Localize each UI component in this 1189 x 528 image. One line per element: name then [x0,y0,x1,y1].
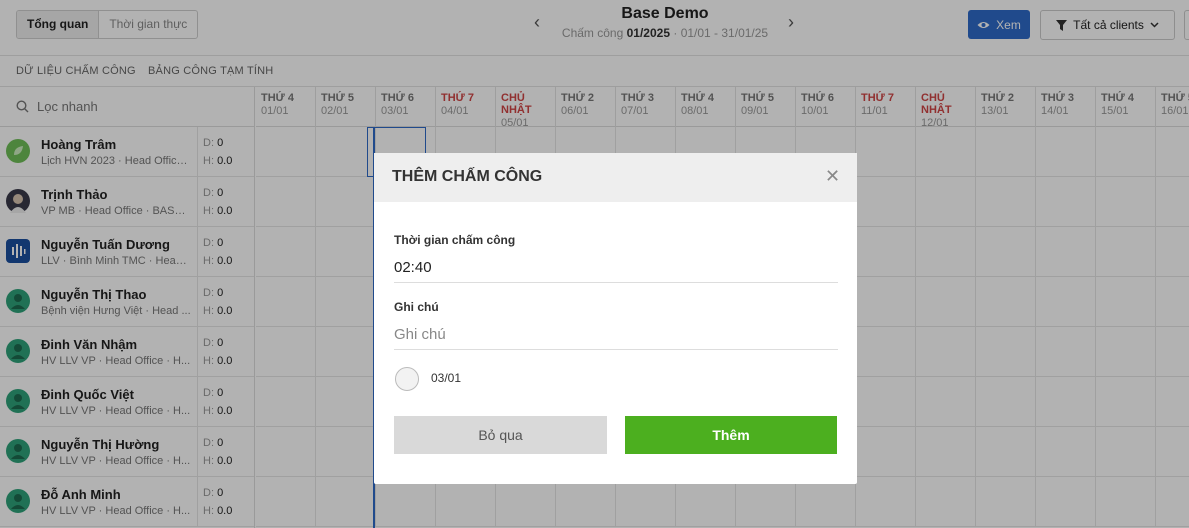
selected-date: 03/01 [431,371,462,385]
time-input[interactable] [394,253,838,283]
close-icon[interactable]: ✕ [825,166,840,187]
broken-image-icon [395,367,419,391]
note-input[interactable] [394,320,838,350]
dialog-header: THÊM CHẤM CÔNG ✕ [374,153,857,202]
add-attendance-dialog: THÊM CHẤM CÔNG ✕ Thời gian chấm công Ghi… [374,153,857,484]
add-button[interactable]: Thêm [625,416,837,454]
note-label: Ghi chú [394,300,439,314]
time-label: Thời gian chấm công [394,233,516,247]
cancel-button[interactable]: Bỏ qua [394,416,607,454]
dialog-title: THÊM CHẤM CÔNG [392,168,543,185]
